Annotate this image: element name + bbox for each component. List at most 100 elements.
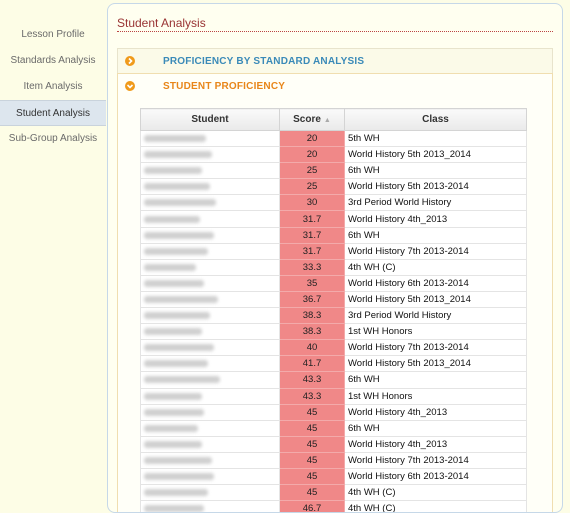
class-cell: World History 4th_2013 xyxy=(344,210,527,228)
redacted-name xyxy=(144,440,202,448)
redacted-name xyxy=(144,473,214,480)
table-row: 45 World History 4th_2013 xyxy=(140,403,527,421)
table-row: 30 3rd Period World History xyxy=(140,194,527,212)
main-panel: Student Analysis PROFICIENCY BY STANDARD… xyxy=(107,3,563,513)
table-row: 25 6th WH xyxy=(140,162,527,180)
page-title: Student Analysis xyxy=(117,16,553,32)
score-cell: 35 xyxy=(279,274,345,292)
student-name-cell xyxy=(140,178,280,196)
sidebar-item-student-analysis[interactable]: Student Analysis xyxy=(0,100,106,126)
student-name-cell xyxy=(140,210,280,228)
student-name-cell xyxy=(140,500,280,512)
class-cell: World History 5th 2013_2014 xyxy=(344,146,527,164)
student-name-cell xyxy=(140,451,280,469)
class-cell: 6th WH xyxy=(344,162,527,180)
student-name-cell xyxy=(140,339,280,357)
sort-asc-icon: ▲ xyxy=(323,117,331,124)
redacted-name xyxy=(144,505,204,512)
student-name-cell xyxy=(140,387,280,405)
sidebar-item-lesson-profile[interactable]: Lesson Profile xyxy=(0,22,106,48)
student-name-cell xyxy=(140,467,280,486)
redacted-name xyxy=(144,312,210,320)
score-cell: 33.3 xyxy=(279,258,345,276)
sidebar-nav: Lesson Profile Standards Analysis Item A… xyxy=(0,22,106,152)
class-cell: 4th WH (C) xyxy=(344,484,527,502)
table-row: 20 5th WH xyxy=(140,129,527,148)
chevron-right-icon xyxy=(125,56,135,66)
score-cell: 45 xyxy=(279,484,345,502)
student-name-cell xyxy=(140,129,280,148)
sidebar-item-standards-analysis[interactable]: Standards Analysis xyxy=(0,48,106,74)
student-name-cell xyxy=(140,435,280,453)
table-row: 46.7 4th WH (C) xyxy=(140,500,527,512)
class-cell: World History 7th 2013-2014 xyxy=(344,339,527,357)
student-name-cell xyxy=(140,258,280,276)
score-cell: 45 xyxy=(279,419,345,437)
table-row: 25 World History 5th 2013-2014 xyxy=(140,178,527,196)
redacted-name xyxy=(144,199,216,207)
column-header-score[interactable]: Score ▲ xyxy=(279,108,345,131)
class-cell: World History 6th 2013-2014 xyxy=(344,274,527,292)
score-cell: 45 xyxy=(279,435,345,453)
score-cell: 31.7 xyxy=(279,242,345,260)
redacted-name xyxy=(144,376,220,384)
student-name-cell xyxy=(140,307,280,325)
student-name-cell xyxy=(140,403,280,421)
table-row: 38.3 1st WH Honors xyxy=(140,323,527,341)
section-proficiency-by-standard[interactable]: PROFICIENCY BY STANDARD ANALYSIS xyxy=(117,48,553,74)
sidebar-item-item-analysis[interactable]: Item Analysis xyxy=(0,74,106,100)
score-cell: 41.7 xyxy=(279,355,345,373)
redacted-name xyxy=(144,344,214,352)
class-cell: 1st WH Honors xyxy=(344,387,527,405)
score-cell: 20 xyxy=(279,129,345,148)
student-name-cell xyxy=(140,419,280,437)
student-name-cell xyxy=(140,146,280,164)
score-cell: 46.7 xyxy=(279,500,345,512)
student-proficiency-table: Student Score ▲ Class 20 5th WH 20 World His… xyxy=(140,108,527,512)
class-cell: 6th WH xyxy=(344,226,527,244)
class-cell: World History 5th 2013_2014 xyxy=(344,355,527,373)
redacted-name xyxy=(144,392,202,400)
class-cell: 5th WH xyxy=(344,129,527,148)
student-name-cell xyxy=(140,484,280,502)
table-row: 33.3 4th WH (C) xyxy=(140,258,527,276)
student-name-cell xyxy=(140,290,280,309)
redacted-name xyxy=(144,295,218,303)
class-cell: 4th WH (C) xyxy=(344,258,527,276)
class-cell: 6th WH xyxy=(344,419,527,437)
sidebar-item-sub-group-analysis[interactable]: Sub-Group Analysis xyxy=(0,126,106,152)
score-cell: 31.7 xyxy=(279,226,345,244)
student-name-cell xyxy=(140,226,280,244)
class-cell: World History 5th 2013_2014 xyxy=(344,290,527,309)
column-header-class[interactable]: Class xyxy=(344,108,527,131)
class-cell: 6th WH xyxy=(344,371,527,389)
table-row: 41.7 World History 5th 2013_2014 xyxy=(140,355,527,373)
score-cell: 31.7 xyxy=(279,210,345,228)
chevron-down-icon xyxy=(125,81,135,91)
table-row: 45 World History 6th 2013-2014 xyxy=(140,467,527,486)
score-cell: 45 xyxy=(279,467,345,486)
redacted-name xyxy=(144,456,212,464)
table-row: 20 World History 5th 2013_2014 xyxy=(140,146,527,164)
table-row: 45 6th WH xyxy=(140,419,527,437)
redacted-name xyxy=(144,263,196,271)
redacted-name xyxy=(144,215,200,223)
redacted-name xyxy=(144,231,214,239)
class-cell: World History 4th_2013 xyxy=(344,435,527,453)
score-cell: 43.3 xyxy=(279,371,345,389)
score-cell: 38.3 xyxy=(279,323,345,341)
redacted-name xyxy=(144,183,210,191)
table-row: 31.7 World History 7th 2013-2014 xyxy=(140,242,527,260)
table-row: 36.7 World History 5th 2013_2014 xyxy=(140,290,527,309)
class-cell: World History 4th_2013 xyxy=(344,403,527,421)
redacted-name xyxy=(144,489,208,497)
student-name-cell xyxy=(140,274,280,292)
class-cell: World History 7th 2013-2014 xyxy=(344,451,527,469)
student-name-cell xyxy=(140,371,280,389)
table-row: 43.3 6th WH xyxy=(140,371,527,389)
table-row: 31.7 6th WH xyxy=(140,226,527,244)
class-cell: 1st WH Honors xyxy=(344,323,527,341)
column-header-student[interactable]: Student xyxy=(140,108,280,131)
section-label: STUDENT PROFICIENCY xyxy=(163,81,286,92)
redacted-name xyxy=(144,247,208,255)
